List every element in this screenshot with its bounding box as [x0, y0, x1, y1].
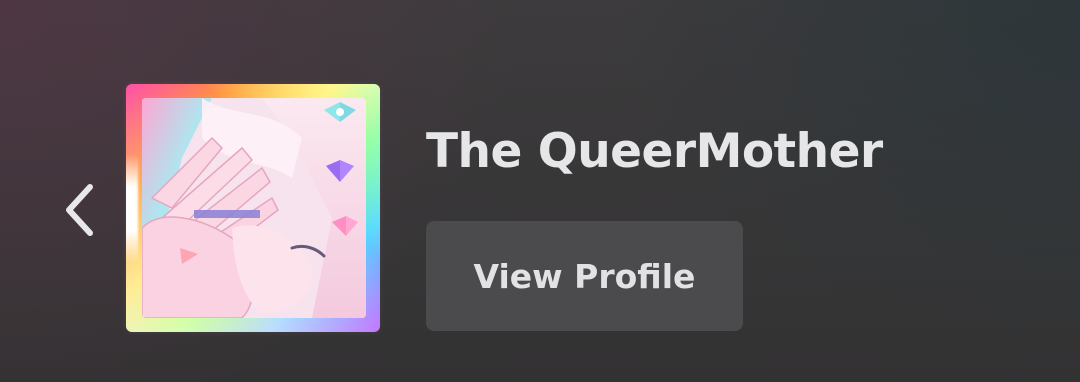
avatar-highlight [126, 154, 138, 264]
back-button[interactable] [54, 178, 106, 242]
profile-display-name: The QueerMother [426, 124, 883, 179]
avatar-image [142, 98, 366, 318]
avatar[interactable] [126, 84, 380, 332]
view-profile-button[interactable]: View Profile [426, 221, 743, 331]
chevron-left-icon [63, 183, 97, 237]
